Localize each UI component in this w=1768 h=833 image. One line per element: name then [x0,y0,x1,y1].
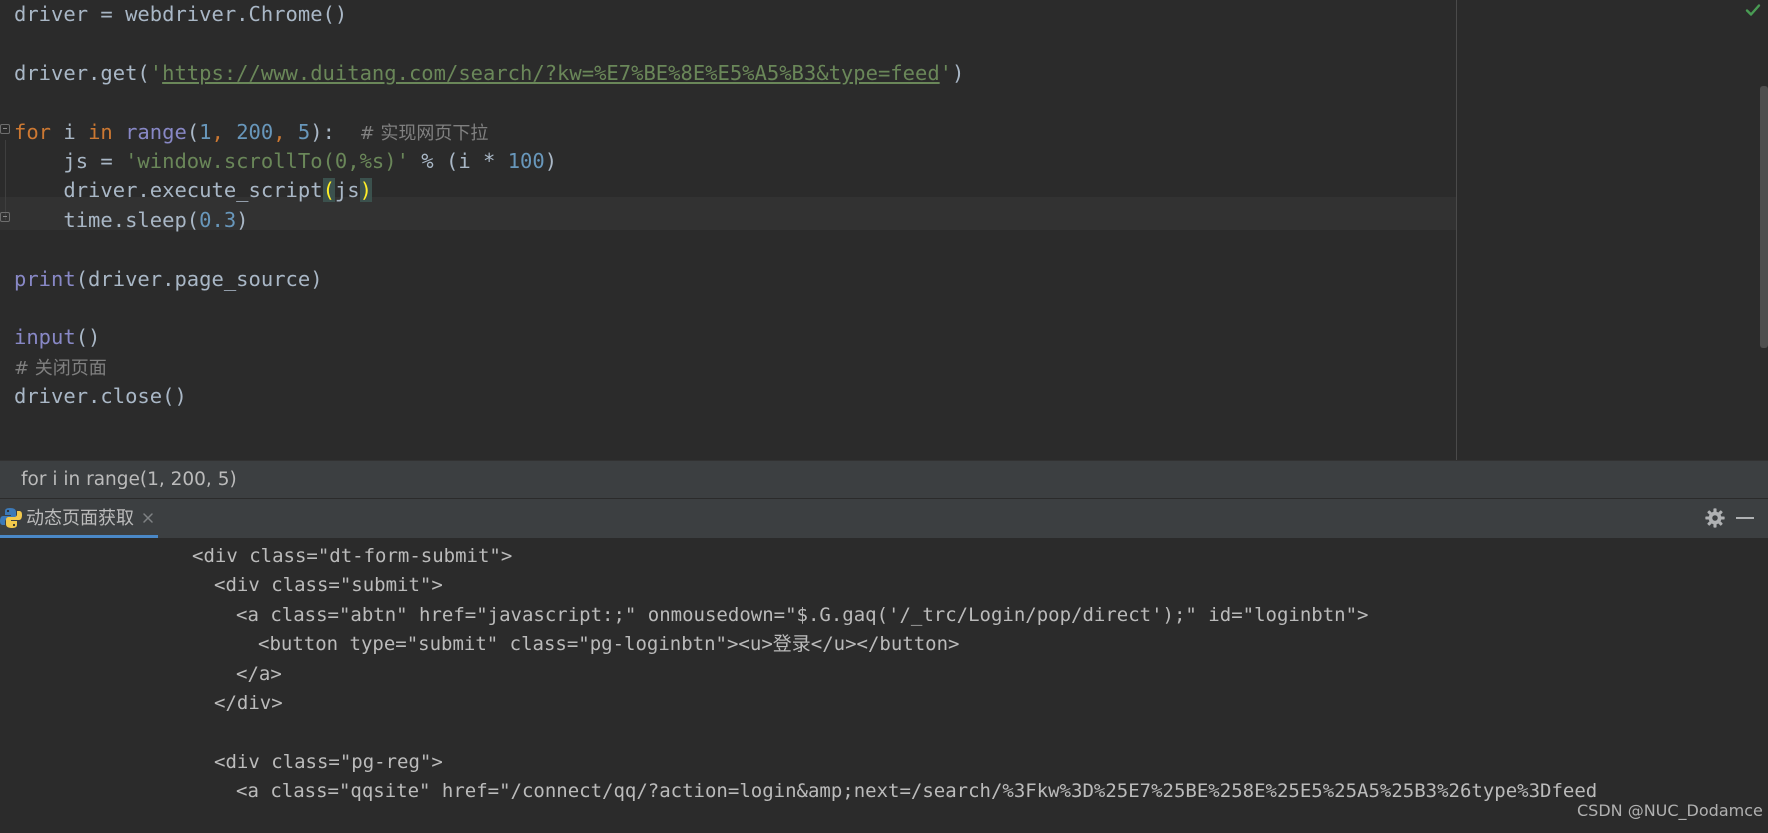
code-token: ( [322,178,335,203]
code-token: % (i * [408,149,508,173]
fold-end-icon[interactable] [0,212,10,222]
fold-rail [5,140,6,220]
code-token: 100 [507,149,545,173]
code-token: ' [939,60,953,85]
gear-icon[interactable] [1704,507,1726,529]
code-token: 5 [297,119,311,144]
code-line: input() [14,321,100,354]
console-line: </a> [236,662,282,685]
code-line: driver.execute_script(js) [14,174,372,207]
code-token: ( [186,119,200,144]
code-token: range [125,119,187,144]
run-tab-label[interactable]: 动态页面获取 [26,499,134,538]
code-token: ): [310,119,360,144]
code-token: 1 [199,119,212,144]
code-token: 0.3 [199,207,237,232]
code-token: js [334,178,360,203]
code-line: js = 'window.scrollTo(0,%s)' % (i * 100) [14,145,557,178]
code-token: in [88,119,113,144]
python-icon [0,508,22,528]
console-line: <div class="submit"> [214,574,443,597]
code-token: # 关闭页面 [14,357,107,379]
console-line: </div> [214,692,283,714]
code-line: print(driver.page_source) [14,263,323,296]
breadcrumb[interactable]: for i in range(1, 200, 5) [0,460,1768,498]
close-icon[interactable] [141,511,155,525]
code-line: driver.close() [14,380,187,413]
code-token: i [51,119,89,144]
code-line: # 关闭页面 [14,351,107,384]
fold-toggle-icon[interactable] [0,124,10,134]
console-line: <a class="abtn" href="javascript:;" onmo… [236,603,1369,626]
code-line: driver = webdriver.Chrome() [14,0,347,31]
code-token: 200 [236,119,274,144]
code-token: (driver.page_source) [75,266,323,291]
run-tool-window-header: 动态页面获取 [0,498,1768,538]
console-line: <div class="pg-reg"> [214,750,443,773]
code-token: driver = webdriver.Chrome() [14,2,348,26]
run-console-output[interactable]: <div class="dt-form-submit"> <div class="… [0,538,1768,833]
code-line: time.sleep(0.3) [14,204,249,237]
code-token: # 实现网页下拉 [359,122,489,144]
check-icon[interactable] [1745,2,1761,18]
code-token: ) [236,207,249,232]
code-token: 'window.scrollTo(0,%s)' [125,149,409,173]
code-token: driver.close() [14,384,187,409]
code-token: input [14,325,76,350]
code-editor[interactable]: driver = webdriver.Chrome() driver.get('h… [0,0,1768,460]
watermark: CSDN @NUC_Dodamce [1577,801,1763,820]
code-token: driver.get( [14,60,150,85]
code-token: for [14,119,52,144]
code-token: ) [359,178,372,203]
editor-scrollbar[interactable] [1760,86,1768,348]
code-token: time.sleep( [14,207,200,232]
code-token: js = [14,149,126,173]
code-token: https://www.duitang.com/search/?kw=%E7%B… [162,60,940,85]
code-token: () [75,325,101,350]
code-token: ' [149,60,163,85]
ide-window: driver = webdriver.Chrome() driver.get('h… [0,0,1768,833]
code-token: ) [952,60,965,85]
code-token: driver.execute_script [14,178,323,203]
code-line: driver.get('https://www.duitang.com/sear… [14,57,964,90]
minimize-icon[interactable] [1736,517,1754,519]
right-margin-guide [1456,0,1457,460]
code-token: print [14,266,76,291]
console-line: <a class="qqsite" href="/connect/qq/?act… [236,780,1598,803]
code-token: , [211,119,237,144]
console-line: <button type="submit" class="pg-loginbtn… [258,633,960,656]
breadcrumb-item[interactable]: for i in range(1, 200, 5) [21,461,237,498]
console-line: <div class="dt-form-submit"> [192,545,513,567]
code-token: ) [544,149,558,173]
code-token: , [273,119,298,144]
code-line: for i in range(1, 200, 5): # 实现网页下拉 [14,116,488,149]
